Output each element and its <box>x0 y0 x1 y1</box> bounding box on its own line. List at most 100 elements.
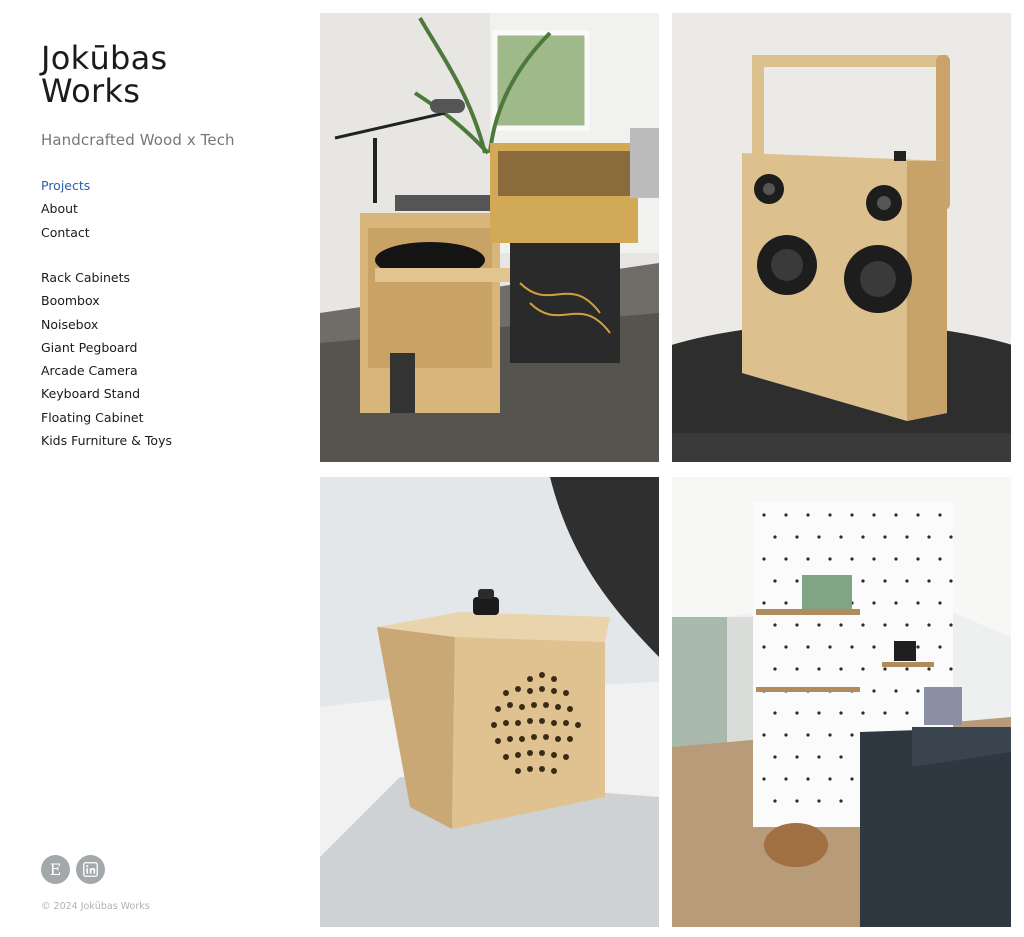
pegboard-hole <box>784 513 788 517</box>
pegboard-hole <box>817 667 821 671</box>
linkedin-link[interactable] <box>76 855 105 884</box>
pegboard-hole <box>938 513 942 517</box>
pegboard-hole <box>795 535 799 539</box>
pegboard-hole <box>795 579 799 583</box>
pegboard-hole <box>861 623 865 627</box>
project-item: Noisebox <box>41 316 172 339</box>
pegboard-hole <box>795 711 799 715</box>
pegboard-hole <box>773 667 777 671</box>
project-link-giant-pegboard[interactable]: Giant Pegboard <box>41 340 137 355</box>
project-item: Kids Furniture & Toys <box>41 432 172 455</box>
pegboard-hole <box>806 557 810 561</box>
pegboard-hole <box>883 667 887 671</box>
pegboard-hole <box>894 557 898 561</box>
pegboard-hole <box>795 755 799 759</box>
pegboard-hole <box>773 711 777 715</box>
pegboard-hole <box>773 579 777 583</box>
gallery-tile-rack-cabinets[interactable] <box>320 13 659 462</box>
pegboard-hole <box>894 513 898 517</box>
pegboard-hole <box>938 557 942 561</box>
social-links: E <box>41 855 105 884</box>
nav-link-projects[interactable]: Projects <box>41 178 90 193</box>
nav-link-about[interactable]: About <box>41 201 78 216</box>
pegboard-hole <box>894 601 898 605</box>
pegboard-hole <box>938 645 942 649</box>
pegboard-hole <box>762 733 766 737</box>
pegboard-hole <box>883 711 887 715</box>
pegboard-hole <box>828 733 832 737</box>
pegboard-hole <box>916 601 920 605</box>
project-link-noisebox[interactable]: Noisebox <box>41 317 98 332</box>
pegboard-hole <box>916 645 920 649</box>
pegboard-hole <box>762 557 766 561</box>
pegboard-hole <box>905 711 909 715</box>
pegboard-hole <box>784 645 788 649</box>
pegboard-hole <box>927 623 931 627</box>
pegboard-hole <box>850 557 854 561</box>
pegboard-hole <box>773 535 777 539</box>
project-link-keyboard-stand[interactable]: Keyboard Stand <box>41 386 140 401</box>
pegboard-hole <box>872 513 876 517</box>
project-item: Giant Pegboard <box>41 339 172 362</box>
gallery-tile-boombox[interactable] <box>672 13 1011 462</box>
pegboard-hole <box>949 535 953 539</box>
pegboard-hole <box>861 711 865 715</box>
pegboard-hole <box>795 623 799 627</box>
pegboard-hole <box>927 535 931 539</box>
noisebox-photo <box>320 477 659 927</box>
pegboard-hole <box>784 777 788 781</box>
project-link-boombox[interactable]: Boombox <box>41 293 100 308</box>
gallery-tile-noisebox[interactable] <box>320 477 659 927</box>
pegboard-hole <box>795 799 799 803</box>
pegboard-hole <box>817 623 821 627</box>
project-link-floating-cabinet[interactable]: Floating Cabinet <box>41 410 143 425</box>
pegboard-hole <box>839 535 843 539</box>
pegboard-hole <box>927 667 931 671</box>
pegboard-hole <box>839 667 843 671</box>
project-link-rack-cabinets[interactable]: Rack Cabinets <box>41 270 130 285</box>
pegboard-hole <box>850 777 854 781</box>
pegboard-hole <box>916 689 920 693</box>
site-title[interactable]: Jokūbas Works <box>41 42 261 108</box>
pegboard-hole <box>784 601 788 605</box>
pegboard-hole <box>872 557 876 561</box>
copyright-text: © 2024 Jokūbas Works <box>41 901 150 912</box>
gallery-tile-giant-pegboard[interactable] <box>672 477 1011 927</box>
pegboard-hole <box>839 711 843 715</box>
pegboard-hole <box>916 557 920 561</box>
pegboard-hole <box>850 645 854 649</box>
pegboard-hole <box>916 513 920 517</box>
linkedin-icon <box>83 862 98 877</box>
pegboard-hole <box>927 579 931 583</box>
giant-pegboard-photo <box>672 477 1011 927</box>
rack-cabinets-photo <box>320 13 659 462</box>
pegboard-hole <box>806 777 810 781</box>
pegboard-hole <box>883 535 887 539</box>
pegboard-hole <box>839 623 843 627</box>
pegboard-hole <box>894 689 898 693</box>
pegboard-hole <box>850 513 854 517</box>
pegboard-hole <box>784 733 788 737</box>
sidebar: Jokūbas Works Handcrafted Wood x Tech Pr… <box>0 0 300 937</box>
pegboard-hole <box>850 733 854 737</box>
etsy-link[interactable]: E <box>41 855 70 884</box>
project-link-kids-furniture-toys[interactable]: Kids Furniture & Toys <box>41 433 172 448</box>
pegboard-hole <box>905 535 909 539</box>
nav-link-contact[interactable]: Contact <box>41 225 90 240</box>
etsy-icon: E <box>49 859 62 879</box>
pegboard-hole <box>773 755 777 759</box>
project-item: Floating Cabinet <box>41 409 172 432</box>
project-item: Rack Cabinets <box>41 269 172 292</box>
boombox-photo <box>672 13 1011 462</box>
pegboard-hole <box>784 557 788 561</box>
pegboard-hole <box>905 667 909 671</box>
pegboard-hole <box>806 513 810 517</box>
pegboard-hole <box>806 645 810 649</box>
pegboard-hole <box>762 513 766 517</box>
pegboard-hole <box>872 689 876 693</box>
pegboard-hole <box>795 667 799 671</box>
project-link-arcade-camera[interactable]: Arcade Camera <box>41 363 138 378</box>
nav-item-projects: Projects <box>41 177 90 200</box>
pegboard-hole <box>839 755 843 759</box>
pegboard-hole <box>817 799 821 803</box>
